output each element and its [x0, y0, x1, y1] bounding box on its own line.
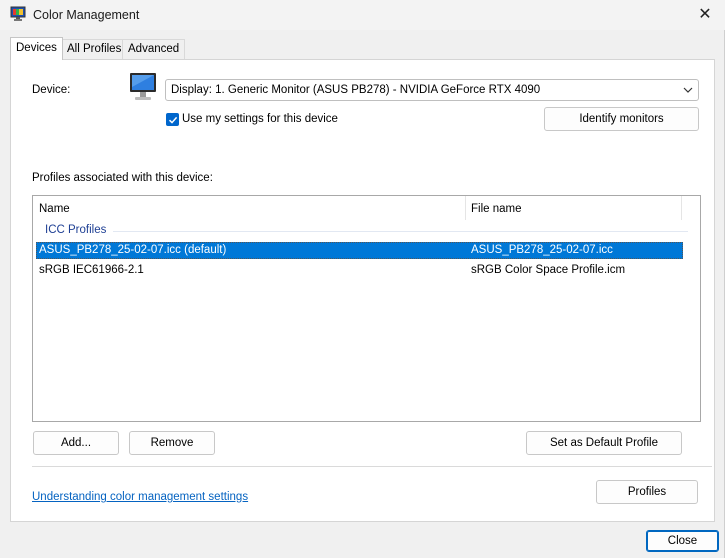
identify-monitors-button[interactable]: Identify monitors [544, 107, 699, 131]
group-header-icc-profiles[interactable]: ICC Profiles [45, 224, 106, 236]
device-select[interactable]: Display: 1. Generic Monitor (ASUS PB278)… [165, 79, 699, 101]
window-title: Color Management [33, 8, 140, 22]
help-link[interactable]: Understanding color management settings [32, 491, 248, 503]
section-divider [32, 466, 712, 467]
use-my-settings-label[interactable]: Use my settings for this device [182, 113, 338, 125]
profile-name: ASUS_PB278_25-02-07.icc (default) [39, 244, 227, 256]
devices-tab-panel: Device: Display: 1. Generic Monitor (ASU… [10, 59, 715, 522]
profiles-button[interactable]: Profiles [596, 480, 698, 504]
group-header-line [113, 231, 688, 232]
chevron-down-icon [683, 87, 693, 93]
checkmark-icon [168, 116, 177, 124]
device-select-value: Display: 1. Generic Monitor (ASUS PB278)… [171, 84, 541, 96]
profiles-section-label: Profiles associated with this device: [32, 172, 213, 184]
window-close-icon[interactable]: ✕ [693, 2, 717, 26]
list-item[interactable]: sRGB IEC61966-2.1 sRGB Color Space Profi… [36, 262, 683, 279]
column-divider[interactable] [681, 196, 682, 220]
add-profile-button[interactable]: Add... [33, 431, 119, 455]
profile-name: sRGB IEC61966-2.1 [39, 264, 144, 276]
title-bar: Color Management ✕ [0, 0, 725, 30]
color-management-app-icon [10, 6, 26, 21]
column-header-name[interactable]: Name [39, 203, 70, 215]
column-divider[interactable] [465, 196, 466, 220]
tab-advanced[interactable]: Advanced [122, 39, 186, 59]
column-header-file-name[interactable]: File name [471, 203, 522, 215]
list-item[interactable]: ASUS_PB278_25-02-07.icc (default) ASUS_P… [36, 242, 683, 259]
color-management-window: Color Management ✕ Devices All Profiles … [0, 0, 725, 558]
profile-file-name: sRGB Color Space Profile.icm [471, 264, 626, 276]
monitor-icon [130, 73, 156, 100]
profile-file-name: ASUS_PB278_25-02-07.icc [471, 244, 613, 256]
remove-profile-button[interactable]: Remove [129, 431, 215, 455]
list-header: Name File name [33, 196, 700, 222]
set-default-profile-button[interactable]: Set as Default Profile [526, 431, 682, 455]
tab-devices[interactable]: Devices [10, 37, 63, 60]
device-label: Device: [32, 84, 71, 96]
profiles-list[interactable]: Name File name ICC Profiles ASUS_PB278_2… [32, 195, 701, 422]
tab-all-profiles[interactable]: All Profiles [61, 39, 128, 59]
use-my-settings-checkbox[interactable] [166, 113, 179, 126]
close-button[interactable]: Close [646, 530, 719, 552]
